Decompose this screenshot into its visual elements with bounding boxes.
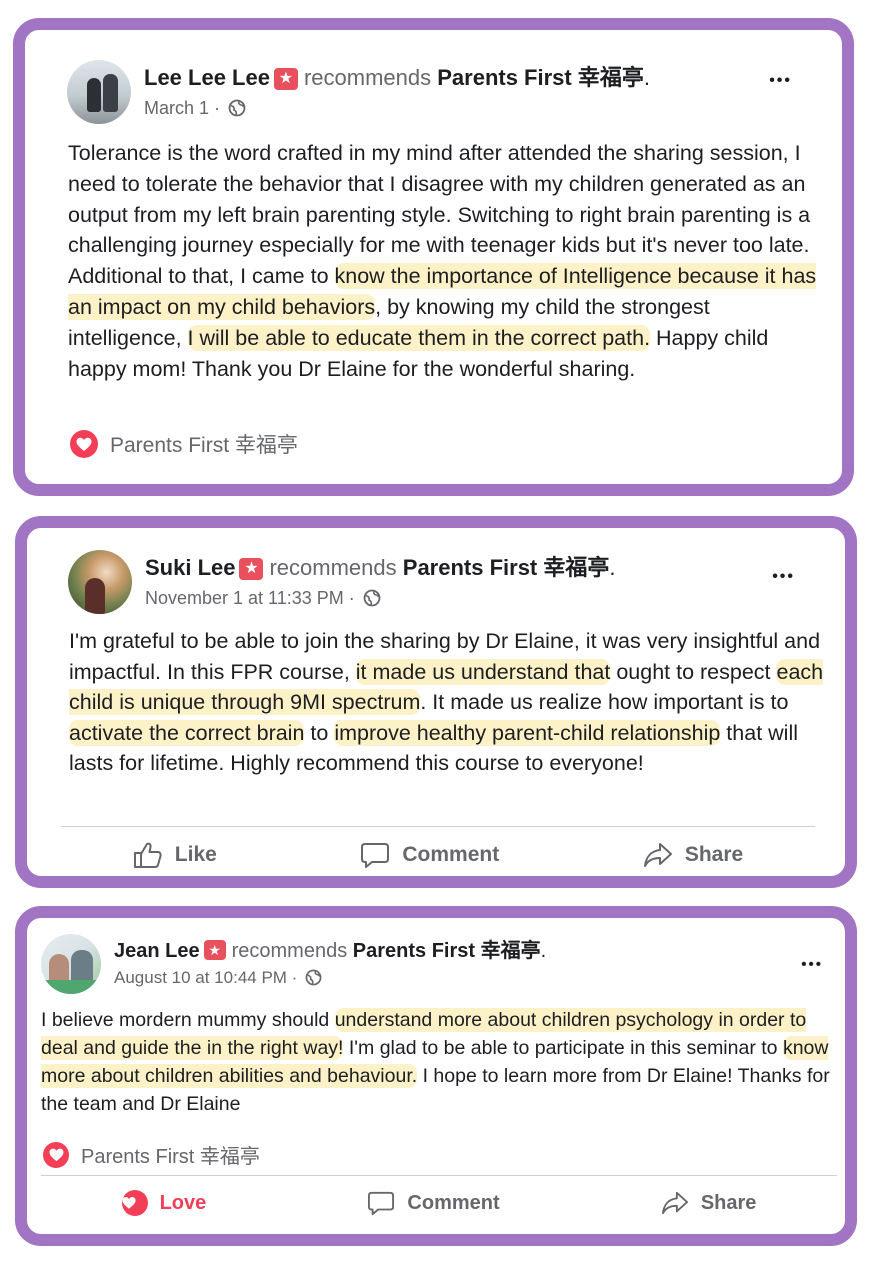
post-body: I'm grateful to be able to join the shar…: [69, 626, 829, 779]
post-card-jean-lee: Jean Lee ★ recommends Parents First 幸福亭. A…: [15, 906, 857, 1246]
recommends-verb: recommends: [269, 555, 397, 580]
post-date[interactable]: August 10 at 10:44 PM: [114, 968, 287, 987]
action-bar: Like Comment Share: [61, 841, 815, 869]
body-text: ought to respect: [610, 659, 777, 684]
comment-label: Comment: [402, 843, 500, 866]
page-link[interactable]: Parents First 幸福亭: [403, 555, 610, 580]
highlighted-text: I will be able to educate them in the co…: [187, 324, 651, 351]
period: .: [643, 65, 650, 90]
avatar[interactable]: [41, 934, 101, 994]
speech-bubble-icon: [368, 1191, 395, 1216]
love-heart-icon: [121, 1190, 148, 1216]
post-date[interactable]: November 1 at 11:33 PM: [145, 588, 344, 608]
period: .: [540, 940, 547, 962]
share-arrow-icon: [643, 843, 672, 867]
post-body: Tolerance is the word crafted in my mind…: [68, 138, 828, 384]
globe-icon: [228, 99, 246, 122]
avatar[interactable]: [68, 550, 132, 614]
reaction-summary[interactable]: Parents First 幸福亭: [70, 429, 298, 459]
post-header: Jean Lee ★ recommends Parents First 幸福亭. A…: [41, 934, 546, 994]
recommends-verb: recommends: [231, 940, 348, 962]
recommend-star-icon: ★: [203, 940, 226, 960]
separator: ·: [343, 588, 360, 608]
page-link[interactable]: Parents First 幸福亭: [437, 65, 644, 90]
divider: [61, 826, 815, 827]
share-button[interactable]: Share: [643, 841, 743, 869]
body-text: I'm glad to be able to participate in th…: [343, 1037, 783, 1059]
separator: ·: [209, 98, 226, 118]
comment-label: Comment: [407, 1191, 500, 1214]
body-text: to: [304, 720, 335, 745]
speech-bubble-icon: [361, 843, 390, 868]
recommend-star-icon: ★: [273, 68, 298, 90]
like-button[interactable]: Like: [133, 841, 217, 869]
love-heart-icon: [43, 1141, 69, 1168]
body-text: . It made us realize how important is to: [420, 690, 789, 714]
thumbs-up-icon: [133, 842, 162, 868]
more-options-button[interactable]: •••: [801, 956, 823, 973]
share-button[interactable]: Share: [661, 1190, 757, 1216]
post-date[interactable]: March 1: [144, 98, 209, 118]
separator: ·: [286, 968, 303, 987]
author-name[interactable]: Jean Lee: [114, 940, 200, 962]
recommends-verb: recommends: [303, 65, 432, 90]
globe-icon: [305, 969, 322, 991]
author-name[interactable]: Suki Lee: [145, 555, 235, 580]
share-label: Share: [684, 843, 744, 866]
recommend-star-icon: ★: [239, 558, 264, 580]
reaction-label: Parents First 幸福亭: [81, 1146, 260, 1168]
divider: [41, 1175, 837, 1176]
page-link[interactable]: Parents First 幸福亭: [353, 940, 541, 962]
post-header: Lee Lee Lee ★ recommends Parents First 幸福亭…: [67, 60, 650, 124]
post-card-suki-lee: Suki Lee ★ recommends Parents First 幸福亭. N…: [15, 516, 857, 888]
highlighted-text: improve healthy parent-child relationshi…: [334, 719, 721, 746]
globe-icon: [363, 589, 381, 612]
highlighted-text: it made us understand that: [355, 658, 611, 685]
reaction-label: Parents First 幸福亭: [110, 434, 298, 457]
period: .: [609, 555, 616, 580]
author-name[interactable]: Lee Lee Lee: [144, 65, 270, 90]
highlighted-text: activate the correct brain: [69, 719, 305, 746]
post-header: Suki Lee ★ recommends Parents First 幸福亭. N…: [68, 550, 616, 614]
more-options-button[interactable]: •••: [769, 72, 792, 90]
reaction-summary[interactable]: Parents First 幸福亭: [43, 1140, 260, 1169]
post-card-lee-lee-lee: Lee Lee Lee ★ recommends Parents First 幸福亭…: [13, 18, 854, 496]
comment-button[interactable]: Comment: [360, 841, 499, 869]
love-heart-icon: [70, 430, 98, 458]
body-text: I believe mordern mummy should: [41, 1009, 335, 1031]
love-label: Love: [159, 1191, 207, 1214]
more-options-button[interactable]: •••: [772, 568, 795, 586]
comment-button[interactable]: Comment: [367, 1190, 500, 1216]
love-button[interactable]: Love: [121, 1190, 207, 1216]
like-label: Like: [174, 843, 217, 866]
share-arrow-icon: [661, 1191, 688, 1215]
avatar[interactable]: [67, 60, 131, 124]
share-label: Share: [700, 1191, 757, 1214]
post-body: I believe mordern mummy should understan…: [41, 1006, 847, 1118]
action-bar: Love Comment Share: [41, 1190, 837, 1216]
